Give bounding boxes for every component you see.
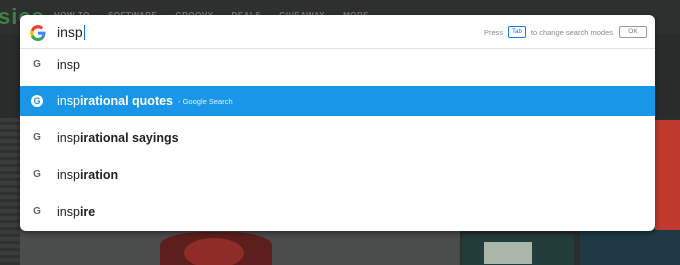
text-caret <box>83 25 85 40</box>
background-thumbnail <box>462 234 574 265</box>
suggestion-text: insp <box>57 58 80 72</box>
suggestion-item[interactable]: G inspirational sayings <box>20 123 655 153</box>
suggestion-item[interactable]: G insp <box>20 50 655 80</box>
background-artwork <box>160 232 272 265</box>
google-g-icon <box>29 24 47 42</box>
search-mode-hint: Press Tab to change search modes OK <box>484 26 647 38</box>
suggestion-text: inspirational quotes - Google Search <box>57 94 233 108</box>
suggestion-source: - Google Search <box>178 97 233 106</box>
suggestion-item[interactable]: G inspiration <box>20 160 655 190</box>
omnibox-input-row[interactable]: insp Press Tab to change search modes OK <box>20 15 655 49</box>
google-g-icon: G <box>33 206 41 217</box>
ok-button[interactable]: OK <box>619 26 647 38</box>
suggestion-text: inspiration <box>57 168 119 182</box>
google-g-icon: G <box>33 59 41 70</box>
tab-key-badge: Tab <box>508 26 526 38</box>
background-sidebar <box>0 118 20 265</box>
omnibox-input[interactable]: insp <box>57 23 85 41</box>
hint-press-text: Press <box>484 27 504 37</box>
hint-suffix-text: to change search modes <box>530 27 613 37</box>
omnibox-dropdown: insp Press Tab to change search modes OK… <box>20 15 655 231</box>
suggestion-item[interactable]: G inspire <box>20 197 655 227</box>
omnibox-input-value: insp <box>57 24 83 40</box>
google-g-icon: G <box>31 95 43 107</box>
suggestion-item-selected[interactable]: G inspirational quotes - Google Search <box>20 86 655 116</box>
suggestion-text: inspire <box>57 205 96 219</box>
suggestion-text: inspirational sayings <box>57 131 179 145</box>
google-g-icon: G <box>33 169 41 180</box>
background-ad-stripe <box>655 120 680 230</box>
google-g-icon: G <box>33 132 41 143</box>
